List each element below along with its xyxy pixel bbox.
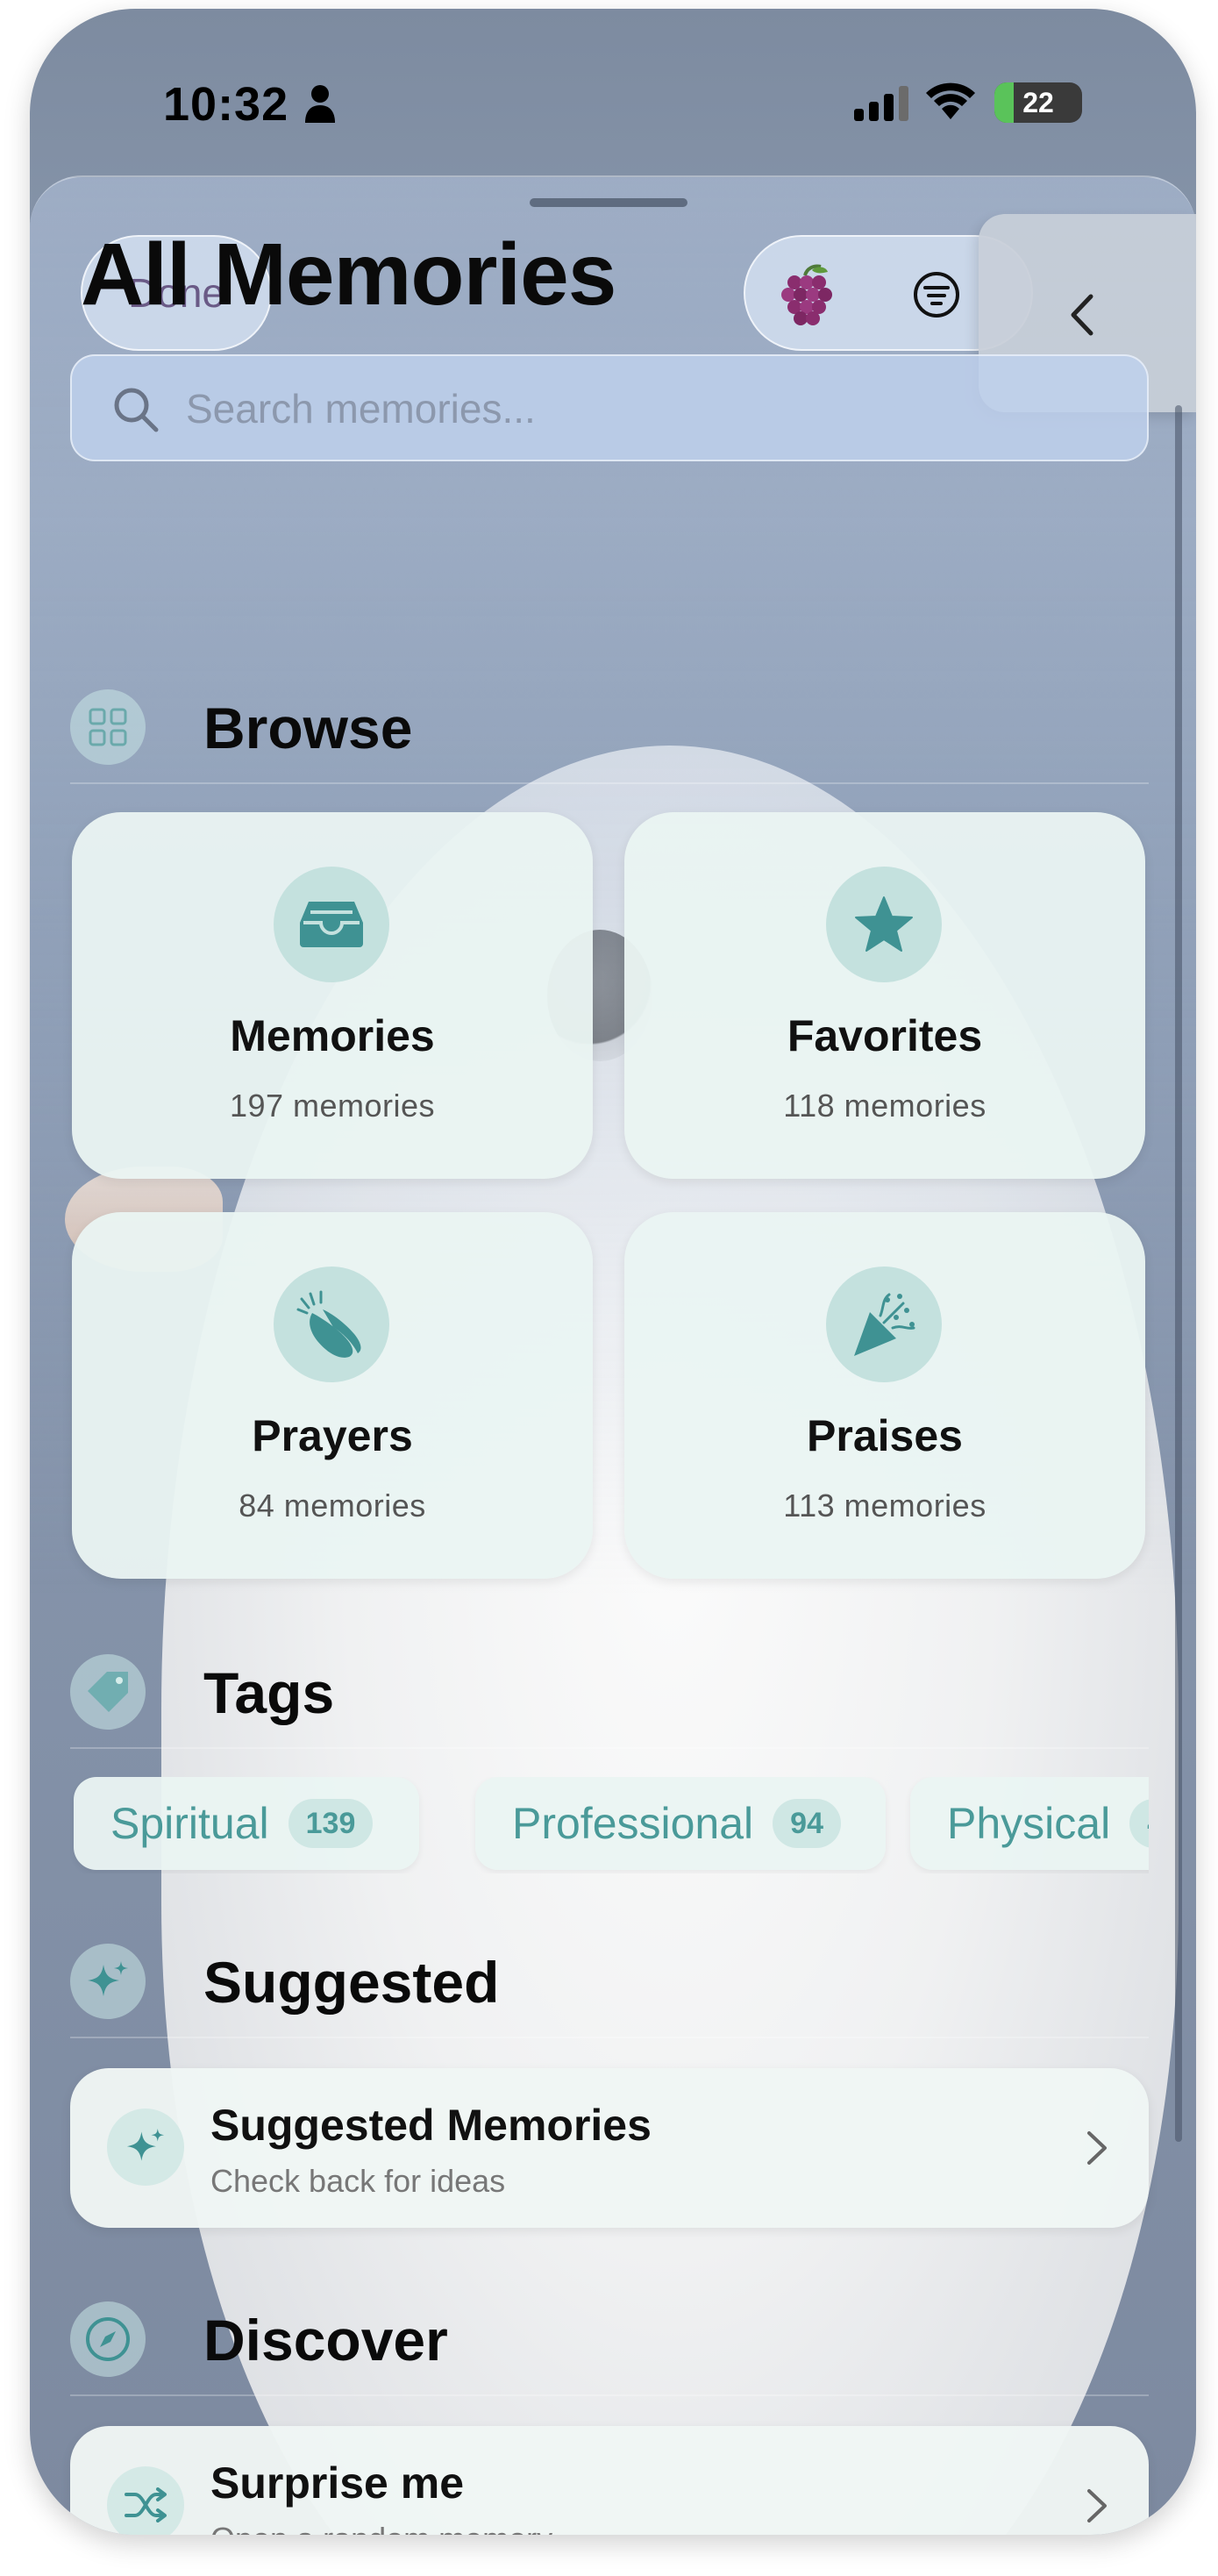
row-title: Suggested Memories xyxy=(210,2101,652,2150)
row-title: Surprise me xyxy=(210,2458,465,2508)
row-subtitle: Check back for ideas xyxy=(210,2163,506,2199)
praying-hands-icon xyxy=(274,1267,389,1382)
browse-card-prayers[interactable]: Prayers 84 memories xyxy=(72,1212,593,1579)
scroll-indicator[interactable] xyxy=(1175,405,1182,2142)
search-icon xyxy=(114,388,159,432)
section-divider xyxy=(70,782,1149,784)
tag-label: Spiritual xyxy=(110,1799,269,1848)
search-bar[interactable] xyxy=(70,354,1149,461)
suggested-title: Suggested xyxy=(203,1950,500,2015)
filter-icon[interactable] xyxy=(912,270,961,319)
browse-card-praises[interactable]: Praises 113 memories xyxy=(624,1212,1145,1579)
card-title: Memories xyxy=(230,1011,435,1060)
sparkles-icon xyxy=(70,1944,146,2019)
tag-label: Physical xyxy=(947,1799,1111,1848)
card-count: 197 memories xyxy=(229,1088,436,1124)
tag-count: 44 xyxy=(1129,1799,1149,1848)
card-title: Prayers xyxy=(252,1411,413,1460)
page-title: All Memories xyxy=(81,225,616,324)
status-time: 10:32 xyxy=(163,78,289,131)
discover-title: Discover xyxy=(203,2308,448,2373)
battery-indicator: 22 xyxy=(994,82,1082,123)
section-divider xyxy=(70,1747,1149,1749)
suggested-memories-row[interactable]: Suggested Memories Check back for ideas xyxy=(70,2068,1149,2228)
tag-chip-spiritual[interactable]: Spiritual 139 xyxy=(74,1777,419,1870)
shuffle-icon xyxy=(107,2466,184,2535)
discover-section-header: Discover xyxy=(70,2298,1149,2396)
party-popper-icon xyxy=(826,1267,942,1382)
section-divider xyxy=(70,2037,1149,2038)
grapes-icon[interactable] xyxy=(779,263,833,326)
tag-label: Professional xyxy=(512,1799,754,1848)
card-count: 113 memories xyxy=(783,1488,987,1523)
sheet-grabber[interactable] xyxy=(530,198,687,207)
tag-count: 139 xyxy=(288,1799,374,1848)
star-icon xyxy=(826,867,942,982)
card-title: Favorites xyxy=(787,1011,983,1060)
grid-icon xyxy=(70,689,146,765)
compass-icon xyxy=(70,2301,146,2377)
surprise-me-row[interactable]: Surprise me Open a random memory xyxy=(70,2426,1149,2535)
card-count: 118 memories xyxy=(783,1088,987,1124)
tag-chip-physical[interactable]: Physical 44 xyxy=(910,1777,1149,1870)
suggested-section-header: Suggested xyxy=(70,1940,1149,2038)
tag-count: 94 xyxy=(773,1799,841,1848)
chevron-left-icon xyxy=(1071,294,1093,336)
tag-icon xyxy=(70,1654,146,1730)
tags-scroller[interactable]: Spiritual 139 Professional 94 Physical 4… xyxy=(70,1777,1149,1873)
sparkles-icon xyxy=(107,2109,184,2186)
browse-section-header: Browse xyxy=(70,686,1149,784)
phone-screen: 10:32 22 Done All Memories Search memori… xyxy=(30,9,1196,2535)
card-count: 84 memories xyxy=(239,1488,426,1523)
browse-card-memories[interactable]: Memories 197 memories xyxy=(72,812,593,1179)
search-input[interactable] xyxy=(186,374,1115,444)
person-icon xyxy=(305,85,335,123)
section-divider xyxy=(70,2394,1149,2396)
tags-title: Tags xyxy=(203,1660,335,1725)
cellular-signal-icon xyxy=(854,86,908,121)
tray-icon xyxy=(274,867,389,982)
chevron-right-icon xyxy=(1087,2489,1107,2522)
card-title: Praises xyxy=(807,1411,963,1460)
chevron-right-icon xyxy=(1087,2131,1107,2165)
tag-chip-professional[interactable]: Professional 94 xyxy=(475,1777,886,1870)
status-bar: 10:32 22 xyxy=(30,9,1196,175)
battery-percent: 22 xyxy=(1022,87,1054,118)
wifi-icon xyxy=(926,82,975,119)
browse-card-favorites[interactable]: Favorites 118 memories xyxy=(624,812,1145,1179)
tags-section-header: Tags xyxy=(70,1651,1149,1749)
row-subtitle: Open a random memory xyxy=(210,2521,552,2535)
browse-title: Browse xyxy=(203,696,413,760)
